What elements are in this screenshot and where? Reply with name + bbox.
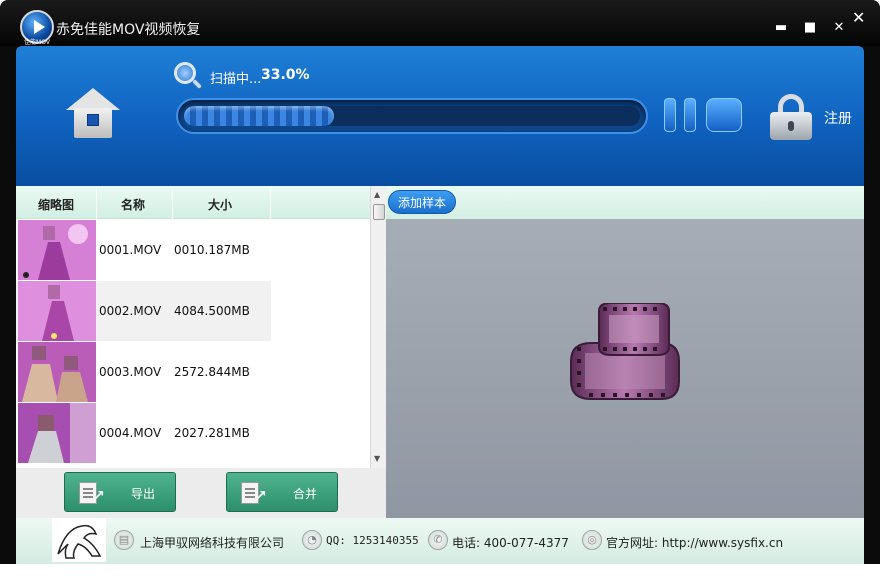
video-thumbnail xyxy=(18,403,96,463)
stop-icon[interactable] xyxy=(706,98,742,132)
table-row[interactable]: 0004.MOV 2027.281MB xyxy=(16,403,271,463)
bottom-edge xyxy=(0,564,880,577)
video-thumbnail xyxy=(18,342,96,402)
lock-icon[interactable] xyxy=(770,94,812,140)
app-window: 佳能MOV 赤免佳能MOV视频恢复 ▬ ■ ✕ ✕ 扫描中... 33.0% 注… xyxy=(0,0,880,577)
column-name[interactable]: 名称 xyxy=(121,196,145,213)
export-label: 导出 xyxy=(131,487,156,501)
scan-percent: 33.0% xyxy=(261,67,310,83)
globe-icon: ◎ xyxy=(582,530,602,550)
scan-progress-bar xyxy=(176,98,648,134)
search-icon xyxy=(174,62,196,84)
file-size: 2572.844MB xyxy=(174,365,250,379)
minimize-button[interactable]: ▬ xyxy=(773,20,789,36)
merge-label: 合并 xyxy=(293,487,318,501)
file-name: 0003.MOV xyxy=(99,365,162,379)
scan-status-label: 扫描中... xyxy=(210,72,262,87)
company-logo xyxy=(52,518,106,562)
scroll-down-icon[interactable]: ▼ xyxy=(374,454,380,463)
file-list-scrollbar[interactable]: ▲ ▼ xyxy=(370,186,386,468)
pause-icon xyxy=(664,98,676,132)
export-icon: ↗ xyxy=(79,482,107,504)
file-list-panel: 缩略图 名称 大小 0001.MOV 0010.187MB 0002.MOV 4… xyxy=(16,186,386,518)
video-thumbnail xyxy=(18,220,96,280)
file-name: 0002.MOV xyxy=(99,304,162,318)
close-button[interactable]: ✕ xyxy=(831,20,847,36)
register-link[interactable]: 注册 xyxy=(824,108,852,128)
home-icon xyxy=(66,88,120,110)
add-sample-button[interactable]: 添加样本 xyxy=(388,190,456,214)
home-button[interactable] xyxy=(66,88,120,140)
outer-close-icon[interactable]: ✕ xyxy=(852,8,865,27)
app-logo-text: 佳能MOV xyxy=(24,39,50,46)
phone-icon: ✆ xyxy=(428,530,448,550)
scan-progress-fill xyxy=(184,106,335,126)
website-link[interactable]: 官方网址: http://www.sysfix.cn xyxy=(606,534,783,551)
preview-area xyxy=(386,219,864,518)
file-list: 0001.MOV 0010.187MB 0002.MOV 4084.500MB xyxy=(16,220,370,468)
export-button[interactable]: ↗ 导出 xyxy=(64,472,176,512)
preview-panel: 添加样本 xyxy=(386,186,864,518)
title-bar: 佳能MOV 赤免佳能MOV视频恢复 ▬ ■ ✕ ✕ xyxy=(0,0,880,46)
building-icon: ▤ xyxy=(114,530,134,550)
window-title: 赤免佳能MOV视频恢复 xyxy=(56,22,201,38)
file-size: 2027.281MB xyxy=(174,426,250,440)
action-bar: ↗ 导出 ↗ 合并 xyxy=(16,468,386,518)
merge-button[interactable]: ↗ 合并 xyxy=(226,472,338,512)
film-reel-icon xyxy=(570,303,680,400)
qq-number: QQ: 1253140355 xyxy=(326,534,419,547)
file-size: 4084.500MB xyxy=(174,304,250,318)
scroll-thumb[interactable] xyxy=(373,204,385,220)
pause-button[interactable] xyxy=(664,98,742,134)
table-row[interactable]: 0001.MOV 0010.187MB xyxy=(16,220,271,280)
file-name: 0004.MOV xyxy=(99,426,162,440)
file-name: 0001.MOV xyxy=(99,243,162,257)
column-thumbnail[interactable]: 缩略图 xyxy=(38,196,74,213)
company-name: 上海甲驭网络科技有限公司 xyxy=(140,536,285,550)
qq-icon: ◔ xyxy=(302,530,322,550)
maximize-button[interactable]: ■ xyxy=(802,20,818,36)
file-size: 0010.187MB xyxy=(174,243,250,257)
file-list-header: 缩略图 名称 大小 xyxy=(16,186,370,219)
table-row[interactable]: 0003.MOV 2572.844MB xyxy=(16,342,271,402)
table-row[interactable]: 0002.MOV 4084.500MB xyxy=(16,281,271,341)
scan-header: 扫描中... 33.0% 注册 xyxy=(16,46,864,186)
scroll-up-icon[interactable]: ▲ xyxy=(374,190,380,199)
preview-toolbar: 添加样本 xyxy=(386,186,864,219)
video-thumbnail xyxy=(18,281,96,341)
footer-bar: ▤ 上海甲驭网络科技有限公司 ◔ QQ: 1253140355 ✆ 电话: 40… xyxy=(16,518,864,564)
merge-icon: ↗ xyxy=(241,482,269,504)
column-size[interactable]: 大小 xyxy=(208,196,232,213)
phone-number: 电话: 400-077-4377 xyxy=(452,536,569,550)
